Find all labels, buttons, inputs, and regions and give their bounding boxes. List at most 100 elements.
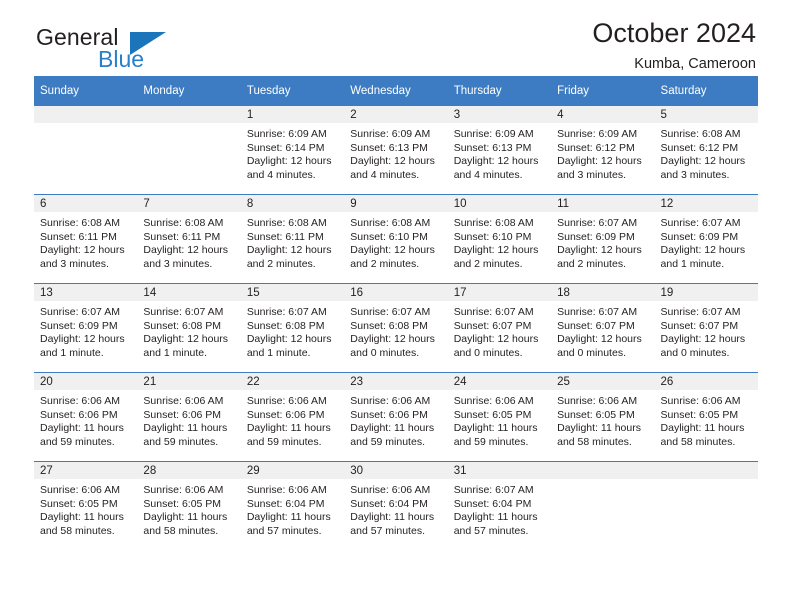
sunset-text: Sunset: 6:05 PM bbox=[143, 497, 222, 510]
calendar-week-row: 27 Sunrise: 6:06 AM Sunset: 6:05 PM Dayligh… bbox=[34, 461, 758, 550]
day-details: Sunrise: 6:08 AM Sunset: 6:12 PM Daylight:… bbox=[655, 123, 758, 182]
day-number: 6 bbox=[34, 195, 138, 212]
day-details: Sunrise: 6:08 AM Sunset: 6:10 PM Daylight:… bbox=[344, 212, 447, 271]
sunrise-sunset-calendar: Sunday Monday Tuesday Wednesday Thursday… bbox=[34, 76, 758, 550]
daylight-text: Daylight: 12 hours bbox=[350, 155, 435, 168]
sunrise-text: Sunrise: 6:06 AM bbox=[246, 395, 327, 407]
day-number: 11 bbox=[551, 195, 655, 212]
day-details: Sunrise: 6:07 AM Sunset: 6:09 PM Daylight:… bbox=[34, 301, 137, 360]
calendar-day-cell[interactable]: 5 Sunrise: 6:08 AM Sunset: 6:12 PM Daylight… bbox=[654, 105, 758, 195]
sunrise-text: Sunrise: 6:06 AM bbox=[246, 484, 327, 496]
calendar-day-cell[interactable]: 8 Sunrise: 6:08 AM Sunset: 6:11 PM Daylight… bbox=[240, 194, 345, 284]
day-number: 31 bbox=[447, 462, 552, 479]
day-number: 19 bbox=[654, 284, 758, 301]
calendar-day-cell[interactable]: 7 Sunrise: 6:08 AM Sunset: 6:11 PM Daylight… bbox=[137, 194, 241, 284]
day-details: Sunrise: 6:06 AM Sunset: 6:05 PM Daylight:… bbox=[34, 479, 137, 538]
calendar-day-cell[interactable]: 16 Sunrise: 6:07 AM Sunset: 6:08 PM Dayligh… bbox=[344, 283, 448, 373]
calendar-day-cell[interactable]: 18 Sunrise: 6:07 AM Sunset: 6:07 PM Dayligh… bbox=[551, 283, 655, 373]
calendar-day-cell[interactable]: 28 Sunrise: 6:06 AM Sunset: 6:05 PM Dayligh… bbox=[137, 461, 241, 550]
calendar-day-cell[interactable]: 23 Sunrise: 6:06 AM Sunset: 6:06 PM Dayligh… bbox=[344, 372, 448, 462]
daylight-text: and 1 minute. bbox=[40, 346, 104, 359]
calendar-day-cell[interactable]: 25 Sunrise: 6:06 AM Sunset: 6:05 PM Dayligh… bbox=[551, 372, 655, 462]
daylight-text: Daylight: 11 hours bbox=[453, 422, 538, 435]
calendar-day-cell[interactable]: 26 Sunrise: 6:06 AM Sunset: 6:05 PM Dayligh… bbox=[654, 372, 758, 462]
calendar-day-cell[interactable]: 1 Sunrise: 6:09 AM Sunset: 6:14 PM Daylight… bbox=[240, 105, 345, 195]
day-number: 12 bbox=[654, 195, 758, 212]
day-number: 29 bbox=[240, 462, 345, 479]
calendar-day-cell[interactable]: 9 Sunrise: 6:08 AM Sunset: 6:10 PM Daylight… bbox=[344, 194, 448, 284]
sunset-text: Sunset: 6:11 PM bbox=[143, 230, 221, 243]
calendar-day-cell[interactable]: 30 Sunrise: 6:06 AM Sunset: 6:04 PM Dayligh… bbox=[344, 461, 448, 550]
calendar-day-cell[interactable]: 31 Sunrise: 6:07 AM Sunset: 6:04 PM Dayligh… bbox=[447, 461, 552, 550]
calendar-day-cell[interactable]: 20 Sunrise: 6:06 AM Sunset: 6:06 PM Dayligh… bbox=[34, 372, 138, 462]
daylight-text: and 3 minutes. bbox=[557, 168, 626, 181]
title-block: October 2024 Kumba, Cameroon bbox=[592, 18, 756, 73]
calendar-day-cell[interactable]: 15 Sunrise: 6:07 AM Sunset: 6:08 PM Dayligh… bbox=[240, 283, 345, 373]
daylight-text: Daylight: 12 hours bbox=[453, 333, 539, 346]
daylight-text: Daylight: 12 hours bbox=[350, 333, 435, 346]
daylight-text: and 3 minutes. bbox=[40, 257, 109, 270]
sunset-text: Sunset: 6:06 PM bbox=[40, 408, 118, 421]
daylight-text: Daylight: 12 hours bbox=[453, 155, 539, 168]
daylight-text: and 0 minutes. bbox=[453, 346, 523, 359]
calendar-day-cell[interactable]: 12 Sunrise: 6:07 AM Sunset: 6:09 PM Dayligh… bbox=[654, 194, 758, 284]
day-number: 27 bbox=[34, 462, 138, 479]
weekday-header-wednesday: Wednesday bbox=[344, 76, 448, 106]
daylight-text: Daylight: 11 hours bbox=[246, 511, 331, 524]
calendar-day-cell[interactable]: 3 Sunrise: 6:09 AM Sunset: 6:13 PM Daylight… bbox=[447, 105, 552, 195]
day-number: 13 bbox=[34, 284, 138, 301]
calendar-day-cell[interactable]: 2 Sunrise: 6:09 AM Sunset: 6:13 PM Daylight… bbox=[344, 105, 448, 195]
sunrise-text: Sunrise: 6:07 AM bbox=[453, 484, 534, 496]
day-number: 5 bbox=[654, 106, 758, 123]
daylight-text: and 59 minutes. bbox=[40, 435, 115, 448]
daylight-text: Daylight: 11 hours bbox=[246, 422, 331, 435]
calendar-day-cell-empty bbox=[137, 105, 241, 195]
day-details: Sunrise: 6:06 AM Sunset: 6:05 PM Daylight:… bbox=[448, 390, 551, 449]
sunset-text: Sunset: 6:14 PM bbox=[246, 141, 325, 154]
daylight-text: and 57 minutes. bbox=[350, 524, 425, 537]
day-details: Sunrise: 6:08 AM Sunset: 6:10 PM Daylight:… bbox=[448, 212, 551, 271]
calendar-day-cell[interactable]: 10 Sunrise: 6:08 AM Sunset: 6:10 PM Dayligh… bbox=[447, 194, 552, 284]
page-subtitle: Kumba, Cameroon bbox=[634, 56, 756, 73]
calendar-day-cell[interactable]: 14 Sunrise: 6:07 AM Sunset: 6:08 PM Dayligh… bbox=[137, 283, 241, 373]
sunrise-text: Sunrise: 6:07 AM bbox=[557, 306, 638, 318]
sunset-text: Sunset: 6:08 PM bbox=[143, 319, 222, 332]
day-number bbox=[34, 106, 138, 123]
day-number: 24 bbox=[447, 373, 552, 390]
sunset-text: Sunset: 6:13 PM bbox=[350, 141, 428, 154]
daylight-text: and 58 minutes. bbox=[557, 435, 632, 448]
day-details: Sunrise: 6:07 AM Sunset: 6:09 PM Daylight:… bbox=[551, 212, 654, 271]
calendar-day-cell[interactable]: 22 Sunrise: 6:06 AM Sunset: 6:06 PM Dayligh… bbox=[240, 372, 345, 462]
weekday-header-thursday: Thursday bbox=[447, 76, 552, 106]
day-details: Sunrise: 6:07 AM Sunset: 6:07 PM Daylight:… bbox=[448, 301, 551, 360]
day-number: 21 bbox=[137, 373, 241, 390]
sunrise-text: Sunrise: 6:07 AM bbox=[40, 306, 120, 318]
sunset-text: Sunset: 6:07 PM bbox=[453, 319, 532, 332]
sunrise-text: Sunrise: 6:06 AM bbox=[143, 395, 224, 407]
sunrise-text: Sunrise: 6:07 AM bbox=[453, 306, 534, 318]
daylight-text: Daylight: 12 hours bbox=[557, 155, 642, 168]
day-number: 17 bbox=[447, 284, 552, 301]
day-number: 2 bbox=[344, 106, 448, 123]
sunset-text: Sunset: 6:09 PM bbox=[660, 230, 739, 243]
calendar-day-cell[interactable]: 17 Sunrise: 6:07 AM Sunset: 6:07 PM Dayligh… bbox=[447, 283, 552, 373]
sunrise-text: Sunrise: 6:07 AM bbox=[557, 217, 638, 229]
sunset-text: Sunset: 6:05 PM bbox=[40, 497, 118, 510]
calendar-day-cell[interactable]: 6 Sunrise: 6:08 AM Sunset: 6:11 PM Daylight… bbox=[34, 194, 138, 284]
daylight-text: Daylight: 11 hours bbox=[350, 422, 435, 435]
calendar-day-cell[interactable]: 21 Sunrise: 6:06 AM Sunset: 6:06 PM Dayligh… bbox=[137, 372, 241, 462]
sunrise-text: Sunrise: 6:08 AM bbox=[453, 217, 534, 229]
general-blue-logo[interactable]: General Blue bbox=[36, 26, 256, 76]
sunset-text: Sunset: 6:06 PM bbox=[143, 408, 222, 421]
calendar-day-cell[interactable]: 13 Sunrise: 6:07 AM Sunset: 6:09 PM Dayligh… bbox=[34, 283, 138, 373]
calendar-day-cell[interactable]: 29 Sunrise: 6:06 AM Sunset: 6:04 PM Dayligh… bbox=[240, 461, 345, 550]
daylight-text: Daylight: 12 hours bbox=[40, 333, 125, 346]
calendar-day-cell[interactable]: 27 Sunrise: 6:06 AM Sunset: 6:05 PM Dayligh… bbox=[34, 461, 138, 550]
calendar-day-cell[interactable]: 11 Sunrise: 6:07 AM Sunset: 6:09 PM Dayligh… bbox=[551, 194, 655, 284]
calendar-day-cell[interactable]: 4 Sunrise: 6:09 AM Sunset: 6:12 PM Daylight… bbox=[551, 105, 655, 195]
daylight-text: Daylight: 12 hours bbox=[143, 244, 229, 257]
calendar-week-row: 13 Sunrise: 6:07 AM Sunset: 6:09 PM Dayligh… bbox=[34, 283, 758, 373]
calendar-day-cell[interactable]: 19 Sunrise: 6:07 AM Sunset: 6:07 PM Dayligh… bbox=[654, 283, 758, 373]
calendar-day-cell[interactable]: 24 Sunrise: 6:06 AM Sunset: 6:05 PM Dayligh… bbox=[447, 372, 552, 462]
day-details: Sunrise: 6:07 AM Sunset: 6:07 PM Daylight:… bbox=[551, 301, 654, 360]
